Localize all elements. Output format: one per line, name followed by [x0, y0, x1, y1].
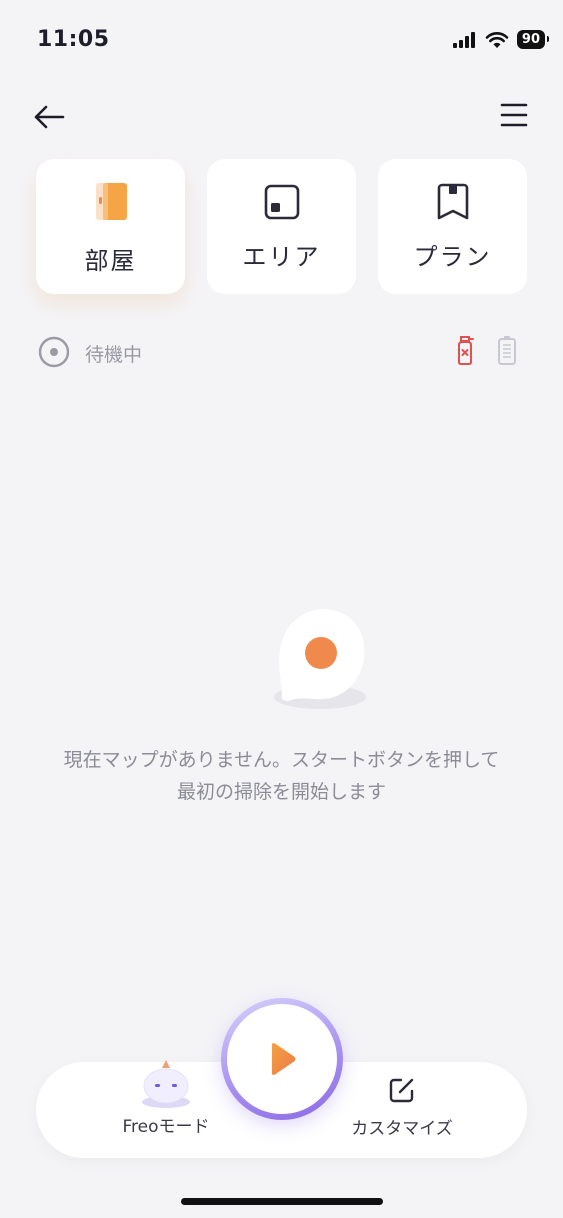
battery-status-icon[interactable] [497, 334, 517, 366]
tab-room[interactable]: 部屋 [36, 159, 185, 294]
no-map-message: 現在マップがありません。スタートボタンを押して 最初の掃除を開始します [20, 744, 543, 808]
start-button-inner [227, 1004, 337, 1114]
tab-area[interactable]: エリア [207, 159, 356, 294]
tab-room-label: 部屋 [84, 247, 137, 275]
no-map-message-line2: 最初の掃除を開始します [176, 781, 386, 803]
hamburger-menu-icon [500, 103, 528, 127]
edit-square-icon [389, 1078, 414, 1103]
cellular-signal-icon [452, 31, 475, 48]
plan-bookmark-icon [433, 181, 473, 223]
wifi-icon [485, 31, 509, 48]
status-warning-icons [453, 334, 517, 366]
tab-plan-label: プラン [413, 243, 492, 271]
menu-button[interactable] [499, 100, 535, 136]
home-indicator [181, 1198, 383, 1205]
customize-button[interactable]: カスタマイズ [337, 1062, 467, 1158]
robot-status-row: 待機中 [38, 334, 525, 370]
freo-mode-button[interactable]: Freoモード [106, 1060, 226, 1158]
customize-label: カスタマイズ [351, 1119, 453, 1139]
status-bar: 11:05 90 [0, 0, 563, 84]
play-icon [272, 1043, 296, 1075]
back-arrow-icon [34, 105, 65, 129]
standby-status-icon [38, 336, 70, 368]
detergent-empty-warning-icon[interactable] [453, 334, 477, 366]
tab-area-label: エリア [242, 243, 321, 271]
top-nav [0, 96, 563, 140]
freo-mode-label: Freoモード [122, 1117, 210, 1137]
robot-status-text: 待機中 [85, 344, 143, 366]
room-icon [89, 181, 133, 223]
tab-plan[interactable]: プラン [378, 159, 527, 294]
back-button[interactable] [32, 100, 72, 136]
cleaning-mode-tabs: 部屋 エリア プラン [36, 159, 527, 294]
start-cleaning-button[interactable] [221, 998, 343, 1120]
battery-indicator: 90 [516, 30, 550, 49]
no-map-illustration [270, 605, 370, 715]
status-time: 11:05 [37, 27, 110, 52]
no-map-message-line1: 現在マップがありません。スタートボタンを押して [63, 749, 500, 771]
status-indicators: 90 [452, 30, 550, 49]
freo-robot-icon [142, 1060, 190, 1108]
area-icon [262, 181, 302, 223]
